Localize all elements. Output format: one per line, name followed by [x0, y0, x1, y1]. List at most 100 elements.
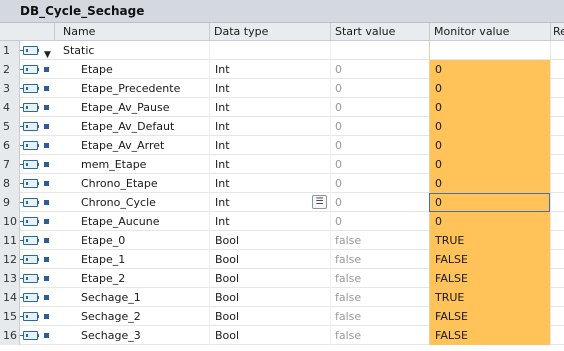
member-name[interactable]: Etape_Aucune: [54, 212, 209, 231]
monitor-value-cell[interactable]: [429, 41, 550, 60]
header-name[interactable]: Name: [54, 23, 209, 41]
retain-cell[interactable]: [550, 136, 564, 155]
data-type-cell[interactable]: Int: [209, 60, 330, 79]
data-type-cell[interactable]: Int: [209, 136, 330, 155]
member-name[interactable]: Chrono_Cycle: [54, 193, 209, 212]
member-name[interactable]: Sechage_2: [54, 307, 209, 326]
row-number[interactable]: 8: [0, 174, 20, 193]
table-row[interactable]: 15 Sechage_2 Bool false FALSE: [0, 307, 564, 326]
start-value-cell[interactable]: 0: [330, 79, 429, 98]
retain-cell[interactable]: [550, 174, 564, 193]
member-name[interactable]: Static: [54, 41, 209, 60]
monitor-value-cell[interactable]: 0: [429, 155, 550, 174]
data-type-cell[interactable]: Int: [209, 117, 330, 136]
retain-cell[interactable]: [550, 212, 564, 231]
monitor-value-cell[interactable]: FALSE: [429, 250, 550, 269]
start-value-cell[interactable]: false: [330, 288, 429, 307]
start-value-cell[interactable]: 0: [330, 193, 429, 212]
monitor-value-cell[interactable]: 0: [429, 117, 550, 136]
row-number[interactable]: 7: [0, 155, 20, 174]
member-name[interactable]: Etape_Precedente: [54, 79, 209, 98]
table-row[interactable]: 1 ▼ Static: [0, 41, 564, 60]
expand-triangle-icon[interactable]: ▼: [44, 46, 51, 60]
monitor-value-cell[interactable]: TRUE: [429, 288, 550, 307]
start-value-cell[interactable]: 0: [330, 136, 429, 155]
retain-cell[interactable]: [550, 326, 564, 345]
start-value-cell[interactable]: 0: [330, 98, 429, 117]
start-value-cell[interactable]: false: [330, 307, 429, 326]
start-value-cell[interactable]: false: [330, 250, 429, 269]
table-row[interactable]: 12 Etape_1 Bool false FALSE: [0, 250, 564, 269]
member-name[interactable]: Etape_1: [54, 250, 209, 269]
data-type-cell[interactable]: Bool: [209, 288, 330, 307]
data-type-cell[interactable]: Bool: [209, 307, 330, 326]
retain-cell[interactable]: [550, 269, 564, 288]
monitor-value-cell[interactable]: FALSE: [429, 269, 550, 288]
row-number[interactable]: 13: [0, 269, 20, 288]
table-row[interactable]: 16 Sechage_3 Bool false FALSE: [0, 326, 564, 345]
start-value-cell[interactable]: false: [330, 326, 429, 345]
table-row[interactable]: 10 Etape_Aucune Int 0 0: [0, 212, 564, 231]
table-row[interactable]: 13 Etape_2 Bool false FALSE: [0, 269, 564, 288]
row-number[interactable]: 5: [0, 117, 20, 136]
member-name[interactable]: Etape_0: [54, 231, 209, 250]
monitor-value-cell[interactable]: 0: [429, 193, 550, 212]
monitor-value-cell[interactable]: 0: [429, 136, 550, 155]
member-name[interactable]: Etape_Av_Pause: [54, 98, 209, 117]
start-value-cell[interactable]: false: [330, 231, 429, 250]
dropdown-list-icon[interactable]: ☰: [312, 195, 327, 209]
row-number[interactable]: 12: [0, 250, 20, 269]
member-name[interactable]: Etape_2: [54, 269, 209, 288]
member-name[interactable]: Etape: [54, 60, 209, 79]
monitor-value-cell[interactable]: 0: [429, 79, 550, 98]
data-type-cell[interactable]: Bool: [209, 250, 330, 269]
row-number[interactable]: 4: [0, 98, 20, 117]
monitor-value-cell[interactable]: 0: [429, 98, 550, 117]
table-row[interactable]: 5 Etape_Av_Defaut Int 0 0: [0, 117, 564, 136]
monitor-value-cell[interactable]: FALSE: [429, 326, 550, 345]
member-name[interactable]: Chrono_Etape: [54, 174, 209, 193]
table-row[interactable]: 14 Sechage_1 Bool false TRUE: [0, 288, 564, 307]
data-type-cell[interactable]: Bool: [209, 326, 330, 345]
start-value-cell[interactable]: 0: [330, 117, 429, 136]
table-row[interactable]: 4 Etape_Av_Pause Int 0 0: [0, 98, 564, 117]
data-type-cell[interactable]: Int: [209, 98, 330, 117]
start-value-cell[interactable]: 0: [330, 155, 429, 174]
retain-cell[interactable]: [550, 60, 564, 79]
retain-cell[interactable]: [550, 193, 564, 212]
start-value-cell[interactable]: 0: [330, 60, 429, 79]
member-name[interactable]: Etape_Av_Defaut: [54, 117, 209, 136]
retain-cell[interactable]: [550, 41, 564, 60]
table-row[interactable]: 8 Chrono_Etape Int 0 0: [0, 174, 564, 193]
start-value-cell[interactable]: 0: [330, 212, 429, 231]
monitor-value-cell[interactable]: 0: [429, 212, 550, 231]
member-name[interactable]: Etape_Av_Arret: [54, 136, 209, 155]
table-row[interactable]: 6 Etape_Av_Arret Int 0 0: [0, 136, 564, 155]
start-value-cell[interactable]: false: [330, 269, 429, 288]
retain-cell[interactable]: [550, 307, 564, 326]
member-name[interactable]: mem_Etape: [54, 155, 209, 174]
monitor-value-cell[interactable]: 0: [429, 60, 550, 79]
retain-cell[interactable]: [550, 79, 564, 98]
table-row[interactable]: 2 Etape Int 0 0: [0, 60, 564, 79]
row-number[interactable]: 6: [0, 136, 20, 155]
header-data-type[interactable]: Data type: [209, 23, 330, 41]
monitor-value-cell[interactable]: FALSE: [429, 307, 550, 326]
row-number[interactable]: 15: [0, 307, 20, 326]
header-start-value[interactable]: Start value: [330, 23, 429, 41]
member-name[interactable]: Sechage_1: [54, 288, 209, 307]
monitor-value-cell[interactable]: 0: [429, 174, 550, 193]
row-number[interactable]: 9: [0, 193, 20, 212]
row-number[interactable]: 2: [0, 60, 20, 79]
table-row[interactable]: 7 mem_Etape Int 0 0: [0, 155, 564, 174]
data-type-cell[interactable]: [209, 41, 330, 60]
table-row[interactable]: 9 Chrono_Cycle Int 0 0 ☰: [0, 193, 564, 212]
member-name[interactable]: Sechage_3: [54, 326, 209, 345]
table-row[interactable]: 11 Etape_0 Bool false TRUE: [0, 231, 564, 250]
start-value-cell[interactable]: [330, 41, 429, 60]
row-number[interactable]: 16: [0, 326, 20, 345]
start-value-cell[interactable]: 0: [330, 174, 429, 193]
row-number[interactable]: 11: [0, 231, 20, 250]
data-type-cell[interactable]: Int: [209, 212, 330, 231]
monitor-value-cell[interactable]: TRUE: [429, 231, 550, 250]
